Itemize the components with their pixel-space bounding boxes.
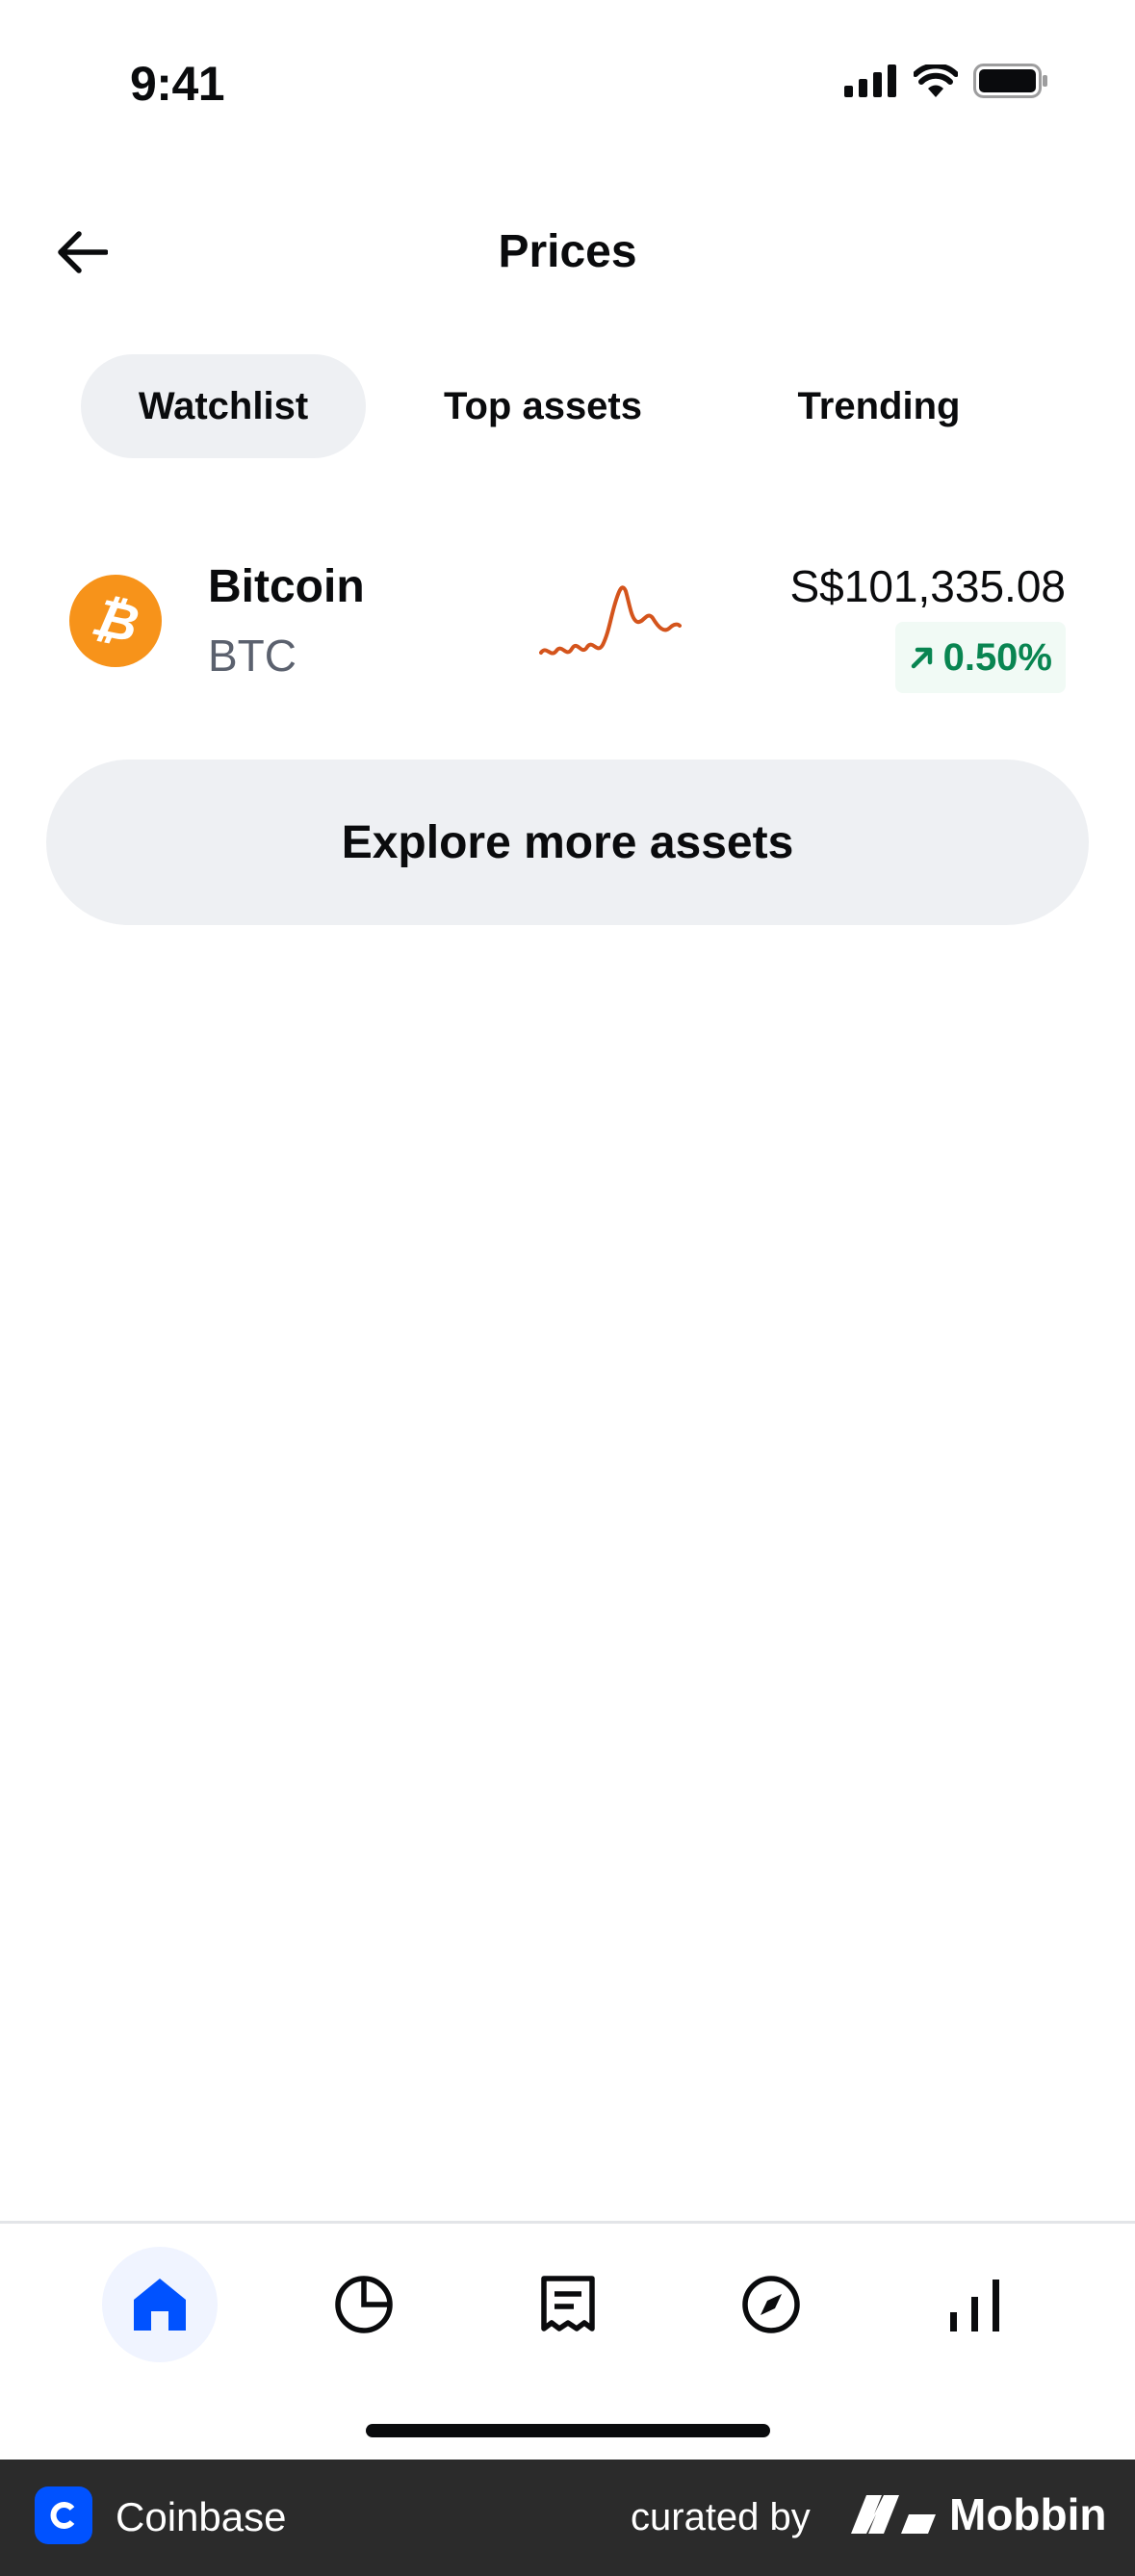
bitcoin-logo-icon: ₿ (69, 575, 162, 667)
footer-brand: Mobbin (949, 2489, 1107, 2539)
status-time: 9:41 (130, 57, 225, 111)
status-icons (844, 64, 1048, 98)
asset-row-bitcoin[interactable]: ₿ Bitcoin BTC S$101,335.08 0.50% (0, 539, 1135, 703)
arrow-up-right-icon (911, 647, 932, 669)
footer-curated-label: curated by (631, 2496, 811, 2538)
price-change-value: 0.50% (942, 635, 1052, 679)
bottom-nav (0, 2221, 1135, 2460)
mobbin-logo-icon (851, 2495, 936, 2534)
nav-trade[interactable] (917, 2247, 1033, 2362)
price-change-badge: 0.50% (894, 622, 1066, 693)
explore-more-assets-button[interactable]: Explore more assets (46, 760, 1089, 925)
coinbase-logo-icon (35, 2486, 92, 2544)
battery-icon (973, 64, 1047, 98)
footer-app-name: Coinbase (116, 2494, 287, 2539)
nav-transactions[interactable] (510, 2247, 626, 2362)
asset-price: S$101,335.08 (789, 561, 1067, 611)
page-title: Prices (498, 226, 637, 277)
tab-trending[interactable]: Trending (720, 354, 1038, 458)
nav-explore[interactable] (713, 2247, 829, 2362)
bar-chart-icon (950, 2280, 999, 2331)
transactions-receipt-icon (541, 2276, 595, 2331)
mobbin-brand: Mobbin (851, 2488, 1107, 2540)
status-bar: 9:41 (0, 0, 1135, 173)
portfolio-pie-icon (335, 2276, 393, 2333)
price-sparkline (539, 585, 682, 656)
explore-compass-icon (742, 2276, 800, 2333)
signal-icon (844, 64, 896, 97)
asset-name: Bitcoin (208, 561, 365, 612)
nav-portfolio[interactable] (306, 2247, 422, 2362)
footer-bar: Coinbase curated by Mobbin (0, 2460, 1135, 2576)
tab-top-assets[interactable]: Top assets (366, 354, 720, 458)
asset-ticker: BTC (208, 631, 297, 681)
tab-bar: Watchlist Top assets Trending (81, 354, 1038, 458)
tab-watchlist[interactable]: Watchlist (81, 354, 366, 458)
nav-home[interactable] (102, 2247, 218, 2362)
nav-header: Prices (0, 202, 1135, 302)
bitcoin-glyph: ₿ (87, 587, 144, 655)
wifi-icon (914, 64, 958, 97)
home-icon (134, 2279, 186, 2331)
home-indicator (366, 2424, 770, 2437)
